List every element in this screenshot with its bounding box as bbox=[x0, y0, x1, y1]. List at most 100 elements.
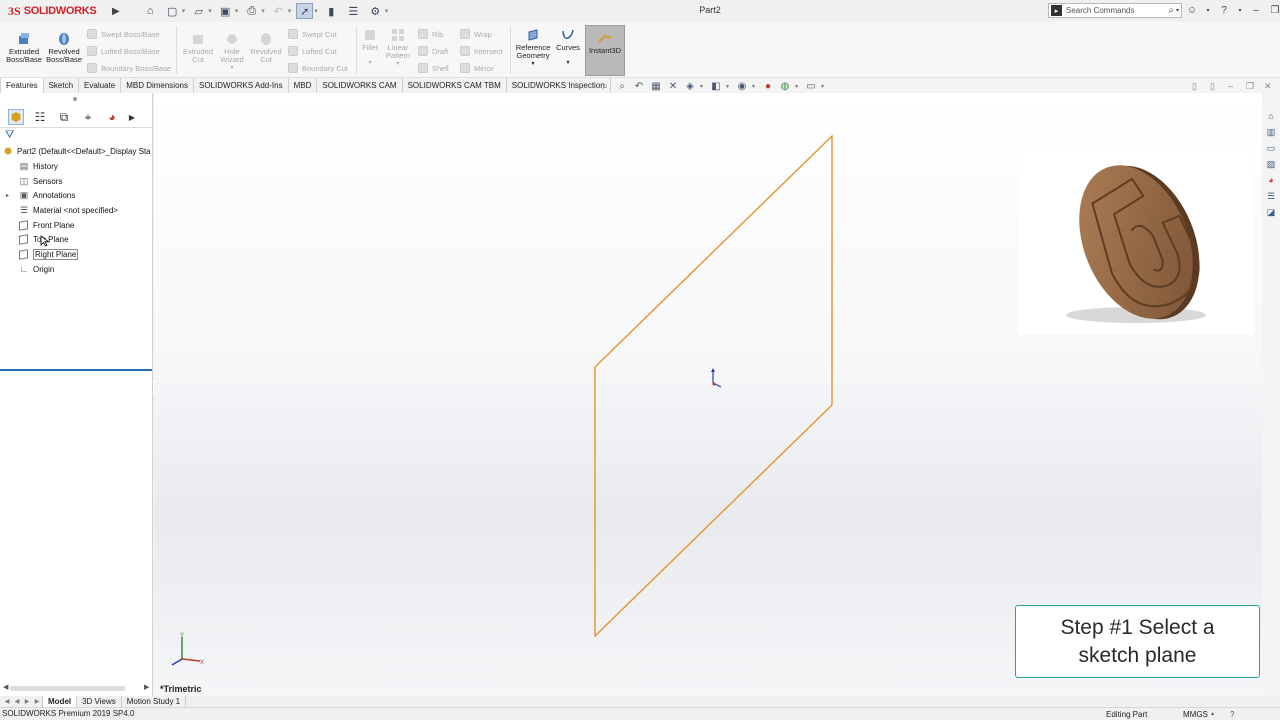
user-dropdown-icon[interactable]: ▾ bbox=[1205, 3, 1211, 17]
fillet-dropdown-icon[interactable]: ▾ bbox=[358, 59, 382, 67]
print-dropdown-icon[interactable]: ▾ bbox=[261, 7, 265, 15]
instant3d-button[interactable]: Instant3D bbox=[585, 25, 625, 76]
tab-solidworks-cam[interactable]: SOLIDWORKS CAM bbox=[317, 78, 403, 93]
scrollbar-track[interactable] bbox=[10, 686, 125, 691]
dimxpert-manager-tab-icon[interactable]: ⌖ bbox=[80, 109, 96, 125]
graphics-area[interactable]: Y X *Trimetric Step #1 Select a sketch p… bbox=[154, 93, 1262, 696]
solidworks-forum-icon[interactable]: ◪ bbox=[1265, 206, 1277, 218]
tab-evaluate[interactable]: Evaluate bbox=[79, 78, 122, 93]
tab-solidworks-inspection[interactable]: SOLIDWORKS Inspection bbox=[507, 78, 611, 93]
options-gear-icon[interactable]: ⚙ bbox=[367, 3, 384, 19]
tree-item-annotations[interactable]: ▸ ▣ Annotations bbox=[2, 188, 75, 202]
tab-motion-study-1[interactable]: Motion Study 1 bbox=[122, 696, 187, 707]
tab-sketch[interactable]: Sketch bbox=[44, 78, 80, 93]
rib-button[interactable]: Rib bbox=[418, 29, 443, 39]
unit-system-dropdown-icon[interactable]: ▴ bbox=[1211, 710, 1214, 717]
apply-scene-icon[interactable]: ◍ bbox=[778, 80, 792, 92]
tree-item-origin[interactable]: ∟ Origin bbox=[10, 262, 55, 276]
tree-item-sensors[interactable]: ◫ Sensors bbox=[10, 174, 63, 188]
design-library-icon[interactable]: ▥ bbox=[1265, 126, 1277, 138]
scroll-left-icon[interactable]: ◀ bbox=[3, 683, 8, 691]
save-icon[interactable]: ▣ bbox=[217, 3, 234, 19]
revolved-boss-button[interactable]: Revolved Boss/Base bbox=[44, 32, 84, 64]
curves-button[interactable]: Curves ▾ bbox=[554, 28, 582, 67]
save-dropdown-icon[interactable]: ▾ bbox=[235, 7, 239, 15]
scroll-right-icon[interactable]: ▶ bbox=[144, 683, 149, 691]
tab-features[interactable]: Features bbox=[0, 78, 44, 93]
undo-dropdown-icon[interactable]: ▾ bbox=[288, 7, 292, 15]
wrap-button[interactable]: Wrap bbox=[460, 29, 492, 39]
edit-appearance-icon[interactable]: ● bbox=[761, 80, 775, 92]
tabs-scroll-right-icon[interactable]: ▶ bbox=[128, 109, 136, 125]
hole-wizard-dropdown-icon[interactable]: ▾ bbox=[216, 64, 248, 72]
view-orientation-dropdown-icon[interactable]: ▾ bbox=[700, 83, 706, 90]
help-icon[interactable]: ? bbox=[1218, 3, 1230, 17]
traffic-light-icon[interactable]: ▮ bbox=[323, 3, 340, 19]
viewport-close-icon[interactable]: ✕ bbox=[1264, 82, 1273, 91]
hole-wizard-button[interactable]: Hole Wizard ▾ bbox=[216, 32, 248, 72]
curves-dropdown-icon[interactable]: ▾ bbox=[554, 59, 582, 67]
intersect-button[interactable]: Intersect bbox=[460, 46, 503, 56]
feature-manager-tab-icon[interactable]: ⬢ bbox=[8, 109, 24, 125]
tree-root-part[interactable]: ⬢ Part2 (Default<<Default>_Display Sta bbox=[2, 144, 151, 158]
viewport-minimize-icon[interactable]: – bbox=[1228, 82, 1237, 91]
tree-item-right-plane[interactable]: Right Plane bbox=[10, 247, 79, 261]
linear-pattern-button[interactable]: Linear Pattern ▾ bbox=[384, 28, 412, 68]
filter-icon[interactable]: ⛛ bbox=[5, 129, 14, 142]
custom-properties-icon[interactable]: ☰ bbox=[1265, 190, 1277, 202]
viewport-tile-alt-icon[interactable]: ▯ bbox=[1210, 82, 1219, 91]
new-document-icon[interactable]: ▢ bbox=[164, 3, 181, 19]
select-pointer-icon[interactable]: ➚ bbox=[296, 3, 314, 19]
tabs-prev-icon[interactable]: ◀ bbox=[12, 698, 22, 705]
hide-show-items-icon[interactable]: ◉ bbox=[735, 80, 749, 92]
appearances-scenes-icon[interactable]: ◕ bbox=[1265, 174, 1277, 186]
help-dropdown-icon[interactable]: ▾ bbox=[1237, 3, 1243, 17]
file-properties-icon[interactable]: ☰ bbox=[345, 3, 362, 19]
undo-icon[interactable]: ↶ bbox=[270, 3, 287, 19]
dynamic-annotation-icon[interactable]: ✕ bbox=[666, 80, 680, 92]
solidworks-resources-icon[interactable]: ⌂ bbox=[1265, 110, 1277, 122]
minimize-icon[interactable]: – bbox=[1250, 3, 1262, 17]
display-style-icon[interactable]: ◧ bbox=[709, 80, 723, 92]
display-style-dropdown-icon[interactable]: ▾ bbox=[726, 83, 732, 90]
tree-rollback-bar[interactable] bbox=[0, 369, 152, 371]
tab-solidworks-cam-tbm[interactable]: SOLIDWORKS CAM TBM bbox=[403, 78, 507, 93]
viewport-restore-icon[interactable]: ❐ bbox=[1246, 82, 1255, 91]
lofted-boss-button[interactable]: Lofted Boss/Base bbox=[87, 46, 160, 56]
tree-item-history[interactable]: ▤ History bbox=[10, 159, 58, 173]
extruded-boss-button[interactable]: Extruded Boss/Base bbox=[4, 32, 44, 64]
print-icon[interactable]: ⎙ bbox=[243, 3, 260, 19]
reference-geometry-button[interactable]: Reference Geometry ▾ bbox=[513, 28, 553, 68]
tabs-first-icon[interactable]: ◀ bbox=[2, 698, 12, 705]
user-account-icon[interactable]: ☺ bbox=[1186, 3, 1198, 17]
tree-item-material[interactable]: ☰ Material <not specified> bbox=[10, 203, 118, 217]
property-manager-tab-icon[interactable]: ☷ bbox=[32, 109, 48, 125]
hide-show-dropdown-icon[interactable]: ▾ bbox=[752, 83, 758, 90]
search-icon[interactable]: ⌕ bbox=[1168, 5, 1174, 16]
open-folder-icon[interactable]: ▱ bbox=[190, 3, 207, 19]
configuration-manager-tab-icon[interactable]: ⧉ bbox=[56, 109, 72, 125]
options-dropdown-icon[interactable]: ▾ bbox=[385, 7, 389, 15]
boundary-cut-button[interactable]: Boundary Cut bbox=[288, 63, 348, 73]
zoom-to-fit-icon[interactable]: ⌕ bbox=[598, 80, 612, 92]
view-palette-icon[interactable]: ▨ bbox=[1265, 158, 1277, 170]
display-manager-tab-icon[interactable]: ◕ bbox=[104, 109, 120, 125]
tabs-next-icon[interactable]: ▶ bbox=[22, 698, 32, 705]
reference-geometry-dropdown-icon[interactable]: ▾ bbox=[513, 60, 553, 68]
solidworks-logo[interactable]: 3S SOLIDWORKS bbox=[0, 4, 112, 19]
viewport-tile-icon[interactable]: ▯ bbox=[1192, 82, 1201, 91]
view-orientation-icon[interactable]: ◈ bbox=[683, 80, 697, 92]
open-dropdown-icon[interactable]: ▾ bbox=[208, 7, 212, 15]
restore-icon[interactable]: ❐ bbox=[1269, 3, 1280, 17]
boundary-boss-button[interactable]: Boundary Boss/Base bbox=[87, 63, 171, 73]
tab-model[interactable]: Model bbox=[42, 696, 78, 707]
extruded-cut-button[interactable]: Extruded Cut bbox=[180, 32, 216, 64]
draft-button[interactable]: Draft bbox=[418, 46, 448, 56]
right-plane-outline[interactable] bbox=[594, 134, 833, 638]
swept-cut-button[interactable]: Swept Cut bbox=[288, 29, 337, 39]
fillet-button[interactable]: Fillet ▾ bbox=[358, 28, 382, 67]
shell-button[interactable]: Shell bbox=[418, 63, 449, 73]
view-settings-icon[interactable]: ▭ bbox=[804, 80, 818, 92]
search-commands-field[interactable]: ▸ Search Commands ⌕ ▾ bbox=[1048, 3, 1182, 18]
unit-system-button[interactable]: MMGS bbox=[1183, 710, 1208, 719]
